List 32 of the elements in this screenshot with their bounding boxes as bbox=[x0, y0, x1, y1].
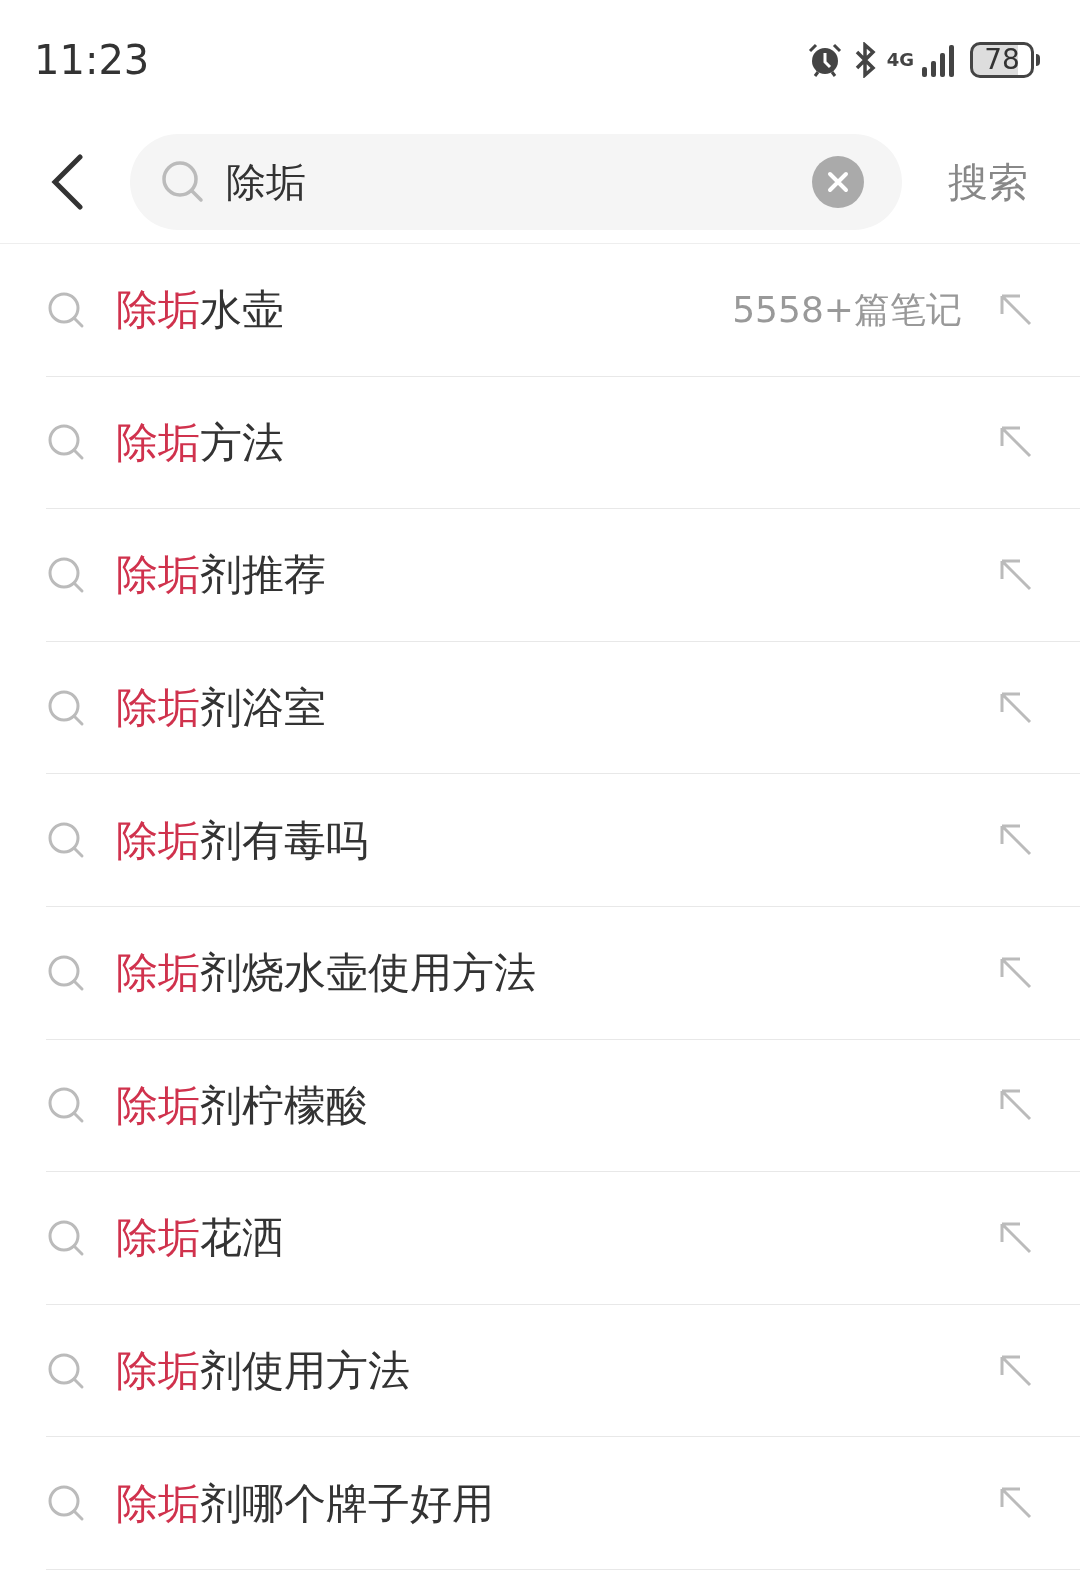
suggestion-text: 除垢方法 bbox=[116, 416, 284, 469]
suggestion-item[interactable]: 除垢水壶 5558+篇笔记 bbox=[46, 244, 1080, 377]
suggestion-text: 除垢剂浴室 bbox=[116, 682, 326, 735]
suggestion-item[interactable]: 除垢剂哪个牌子好用 bbox=[46, 1437, 1080, 1570]
fill-in-arrow-icon[interactable] bbox=[998, 557, 1034, 593]
suggestion-item[interactable]: 除垢花洒 bbox=[46, 1172, 1080, 1305]
suggestion-text: 除垢剂有毒吗 bbox=[116, 814, 368, 867]
back-icon[interactable] bbox=[50, 153, 84, 210]
alarm-icon bbox=[806, 42, 843, 78]
suggestion-item[interactable]: 除垢方法 bbox=[46, 376, 1080, 510]
clear-icon[interactable] bbox=[812, 155, 864, 208]
suggestion-item[interactable]: 除垢剂使用方法 bbox=[46, 1304, 1080, 1438]
network-label: 4G bbox=[886, 51, 914, 69]
search-field[interactable]: 除垢 bbox=[130, 133, 902, 230]
suggestion-item[interactable]: 除垢剂烧水壶使用方法 bbox=[46, 906, 1080, 1040]
search-icon bbox=[46, 555, 86, 595]
search-button[interactable]: 搜索 bbox=[948, 151, 1028, 212]
suggestion-item[interactable]: 除垢剂柠檬酸 bbox=[46, 1039, 1080, 1173]
suggestion-text: 除垢花洒 bbox=[116, 1212, 284, 1265]
suggestion-text: 除垢剂哪个牌子好用 bbox=[116, 1477, 494, 1530]
suggestion-item[interactable]: 除垢剂推荐 bbox=[46, 509, 1080, 642]
suggestion-text: 除垢水壶 bbox=[116, 284, 284, 337]
status-time: 11:23 bbox=[34, 36, 150, 85]
search-icon bbox=[160, 158, 206, 205]
suggestion-item[interactable]: 除垢剂浴室 bbox=[46, 641, 1080, 775]
suggestion-text: 除垢剂使用方法 bbox=[116, 1345, 410, 1398]
suggestion-item[interactable]: 除垢剂有毒吗 bbox=[46, 774, 1080, 907]
suggestion-text: 除垢剂推荐 bbox=[116, 549, 326, 602]
signal-icon bbox=[922, 43, 956, 77]
suggestion-text: 除垢剂烧水壶使用方法 bbox=[116, 947, 536, 1000]
suggestion-text: 除垢剂柠檬酸 bbox=[116, 1079, 368, 1132]
note-count: 5558+篇笔记 bbox=[732, 287, 962, 332]
